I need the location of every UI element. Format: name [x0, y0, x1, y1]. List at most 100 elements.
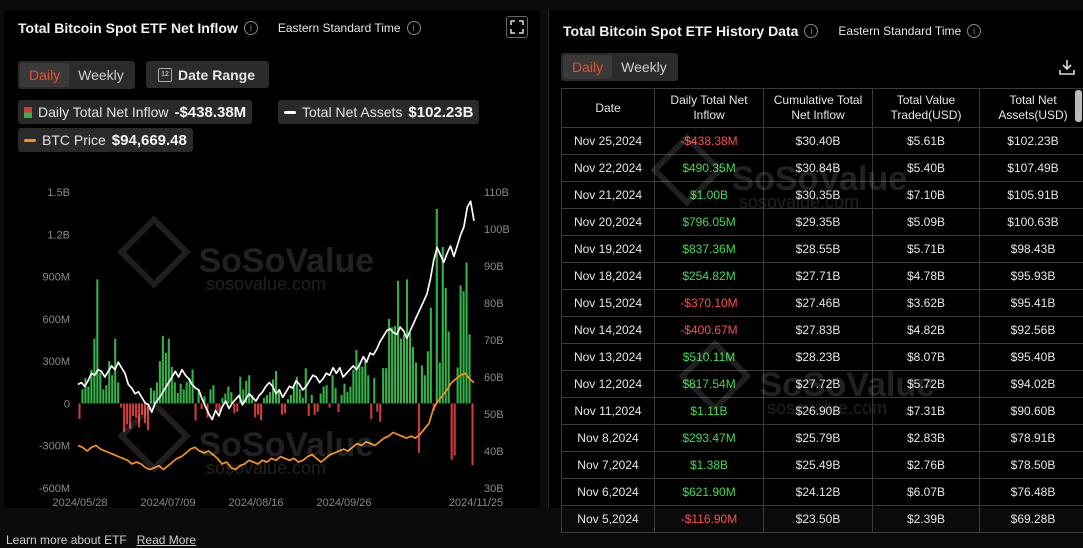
inflow-bar — [349, 386, 352, 404]
inflow-bar — [140, 403, 144, 415]
inflow-bar — [388, 318, 391, 404]
table-row[interactable]: Nov 21,2024 $1.00B $30.35B $7.10B $105.91B — [561, 181, 1083, 209]
cell-cumulative-inflow: $23.50B — [763, 505, 873, 533]
table-row[interactable]: Nov 18,2024 $254.82M $27.71B $4.78B $95.93B — [561, 262, 1083, 290]
calendar-icon: 12 — [158, 67, 172, 82]
tab-weekly[interactable]: Weekly — [69, 63, 133, 87]
inflow-bar — [364, 361, 367, 404]
column-header-value-traded[interactable]: Total Value Traded(USD) — [872, 88, 980, 128]
table-tab-weekly[interactable]: Weekly — [612, 55, 676, 79]
table-row[interactable]: Nov 15,2024 -$370.10M $27.46B $3.62B $95.41B — [561, 289, 1083, 317]
inflow-bar — [391, 327, 394, 404]
cell-value-traded: $2.83B — [872, 424, 980, 452]
cell-net-assets: $105.91B — [979, 181, 1083, 209]
inflow-bar — [423, 375, 426, 404]
cell-value-traded: $4.82B — [872, 316, 980, 344]
table-timezone-info-icon[interactable]: i — [967, 24, 982, 38]
column-header-net-assets[interactable]: Total Net Assets(USD) — [979, 88, 1083, 128]
column-header-cumulative-inflow[interactable]: Cumulative Total Net Inflow — [763, 88, 873, 128]
y-right-tick-label: 110B — [484, 187, 509, 199]
cell-value-traded: $3.62B — [872, 289, 980, 317]
table-body: Nov 25,2024 -$438.38M $30.40B $5.61B $102.23… — [561, 127, 1083, 533]
inflow-bar — [209, 389, 212, 404]
inflow-bar — [450, 403, 453, 460]
table-row[interactable]: Nov 22,2024 $490.35M $30.84B $5.40B $107.49B — [561, 154, 1083, 182]
inflow-bar — [137, 403, 141, 428]
date-range-button[interactable]: 12 Date Range — [146, 61, 270, 88]
cell-value-traded: $5.40B — [872, 154, 980, 182]
table-header: Total Bitcoin Spot ETF History Data i Ea… — [563, 23, 982, 39]
cell-daily-inflow: -$400.67M — [654, 316, 764, 344]
table-row[interactable]: Nov 11,2024 $1.11B $26.90B $7.31B $90.60B — [561, 397, 1083, 425]
cell-value-traded: $2.76B — [872, 451, 980, 479]
cell-date: Nov 14,2024 — [561, 316, 655, 344]
legend-btc-price[interactable]: BTC Price $94,669.48 — [18, 128, 193, 152]
info-icon[interactable]: i — [243, 21, 258, 35]
inflow-bar — [307, 403, 310, 417]
inflow-bar — [465, 262, 468, 404]
inflow-bar — [254, 403, 257, 418]
table-row[interactable]: Nov 19,2024 $837.36M $28.55B $5.71B $98.43B — [561, 235, 1083, 263]
cell-value-traded: $5.61B — [872, 127, 980, 155]
inflow-bar — [230, 392, 233, 404]
y-left-tick-label: -600M — [39, 483, 70, 495]
column-header-daily-inflow[interactable]: Daily Total Net Inflow — [654, 88, 764, 128]
table-row[interactable]: Nov 5,2024 -$116.90M $23.50B $2.39B $69.28B — [561, 505, 1083, 533]
table-info-icon[interactable]: i — [804, 24, 819, 38]
inflow-bar — [397, 280, 400, 404]
cell-date: Nov 22,2024 — [561, 154, 655, 182]
cell-cumulative-inflow: $29.35B — [763, 208, 873, 236]
inflow-bar — [382, 368, 385, 404]
inflow-bar — [132, 403, 135, 417]
cell-value-traded: $8.07B — [872, 343, 980, 371]
table-row[interactable]: Nov 13,2024 $510.11M $28.23B $8.07B $95.40B — [561, 343, 1083, 371]
download-icon[interactable] — [1058, 58, 1076, 76]
inflow-bar — [456, 367, 459, 404]
inflow-bar — [236, 403, 239, 412]
legend-btc-value: $94,669.48 — [111, 131, 187, 149]
cell-value-traded: $4.78B — [872, 262, 980, 290]
table-row[interactable]: Nov 14,2024 -$400.67M $27.83B $4.82B $92.56B — [561, 316, 1083, 344]
cell-net-assets: $90.60B — [979, 397, 1083, 425]
inflow-bar — [283, 403, 286, 414]
inflow-bar — [176, 392, 179, 404]
read-more-link[interactable]: Read More — [137, 533, 196, 547]
tab-daily[interactable]: Daily — [20, 63, 70, 87]
legend-daily-inflow[interactable]: Daily Total Net Inflow -$438.38M — [18, 100, 253, 124]
inflow-bar — [93, 338, 96, 404]
inflow-bar — [179, 383, 182, 404]
timezone-info-icon[interactable]: i — [406, 21, 421, 35]
table-tab-daily[interactable]: Daily — [563, 55, 613, 79]
table-row[interactable]: Nov 8,2024 $293.47M $25.79B $2.83B $78.91B — [561, 424, 1083, 452]
inflow-bar — [266, 394, 269, 404]
cell-date: Nov 13,2024 — [561, 343, 655, 371]
cell-daily-inflow: $510.11M — [654, 343, 764, 371]
inflow-bar — [149, 387, 152, 404]
inflow-bar — [170, 366, 173, 404]
fullscreen-icon[interactable] — [506, 16, 528, 38]
history-table-wrapper: Date Daily Total Net Inflow Cumulative T… — [561, 88, 1083, 533]
cell-date: Nov 19,2024 — [561, 235, 655, 263]
table-scrollbar[interactable] — [1075, 90, 1082, 122]
cell-date: Nov 21,2024 — [561, 181, 655, 209]
cell-daily-inflow: $1.11B — [654, 397, 764, 425]
inflow-bar — [84, 378, 87, 404]
cell-cumulative-inflow: $28.23B — [763, 343, 873, 371]
cell-cumulative-inflow: $27.72B — [763, 370, 873, 398]
table-row[interactable]: Nov 25,2024 -$438.38M $30.40B $5.61B $102.23… — [561, 127, 1083, 155]
table-row[interactable]: Nov 20,2024 $796.05M $29.35B $5.09B $100.63B — [561, 208, 1083, 236]
inflow-bar — [376, 403, 379, 412]
table-row[interactable]: Nov 6,2024 $621.90M $24.12B $6.07B $76.48B — [561, 478, 1083, 506]
inflow-bar — [420, 365, 423, 404]
net-inflow-chart-panel: Total Bitcoin Spot ETF Net Inflow i East… — [4, 10, 540, 508]
legend-total-net-assets[interactable]: Total Net Assets $102.23B — [278, 100, 480, 124]
table-timezone-label: Eastern Standard Time — [838, 24, 962, 38]
column-header-date[interactable]: Date — [561, 88, 655, 128]
inflow-bar — [271, 379, 275, 404]
table-row[interactable]: Nov 7,2024 $1.38B $25.49B $2.76B $78.50B — [561, 451, 1083, 479]
cell-daily-inflow: $254.82M — [654, 262, 764, 290]
cell-daily-inflow: -$438.38M — [654, 127, 764, 155]
table-row[interactable]: Nov 12,2024 $817.54M $27.72B $5.72B $94.02B — [561, 370, 1083, 398]
cell-daily-inflow: $293.47M — [654, 424, 764, 452]
cell-net-assets: $78.91B — [979, 424, 1083, 452]
